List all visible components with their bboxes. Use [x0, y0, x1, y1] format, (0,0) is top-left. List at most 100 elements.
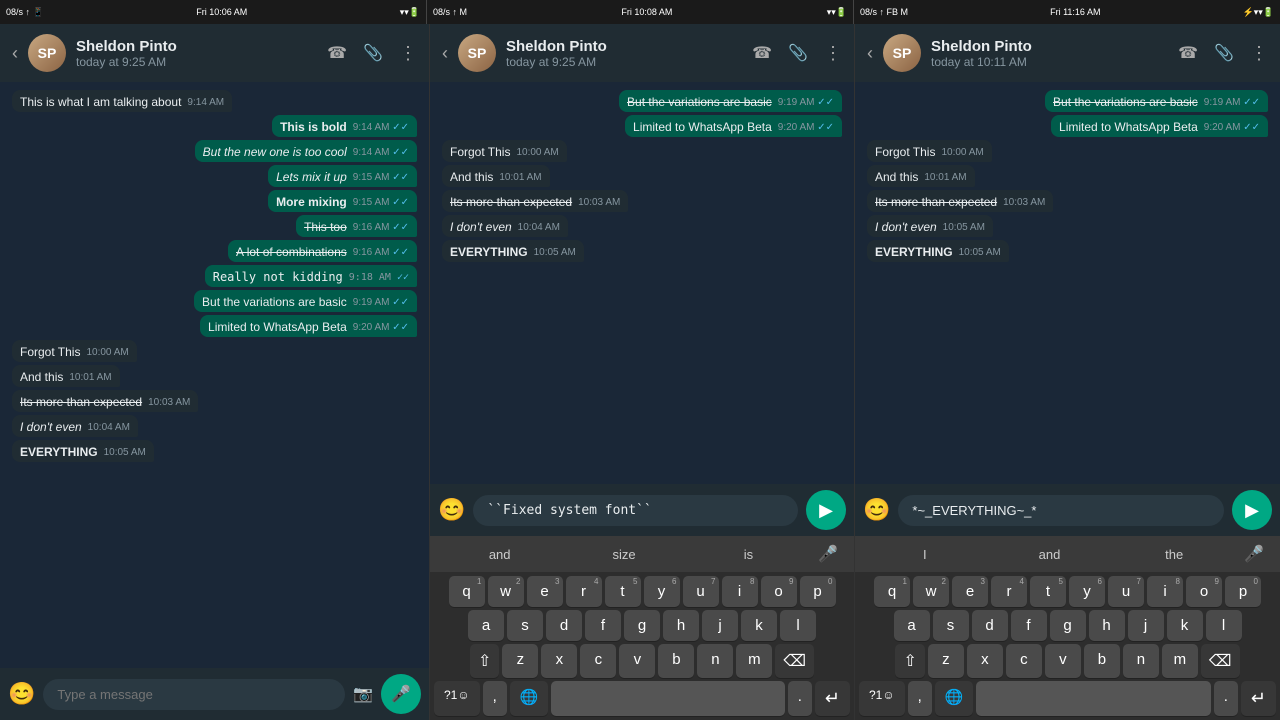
enter-key-right[interactable]: ↵ — [1241, 681, 1276, 716]
key-b-r[interactable]: b — [1084, 644, 1120, 678]
key-v[interactable]: v — [619, 644, 655, 678]
attach-icon-right[interactable]: 📎 — [1214, 43, 1234, 64]
back-icon-left[interactable]: ‹ — [12, 43, 18, 64]
key-z-r[interactable]: z — [928, 644, 964, 678]
key-e[interactable]: 3e — [527, 576, 563, 607]
key-i-r[interactable]: 8i — [1147, 576, 1183, 607]
emoji-btn-left[interactable]: 😊 — [8, 681, 35, 707]
key-c-r[interactable]: c — [1006, 644, 1042, 678]
message-input-right[interactable] — [898, 495, 1224, 526]
key-l-r[interactable]: l — [1206, 610, 1242, 641]
key-d-r[interactable]: d — [972, 610, 1008, 641]
menu-icon-mid[interactable]: ⋮ — [824, 43, 842, 64]
key-s[interactable]: s — [507, 610, 543, 641]
key-c[interactable]: c — [580, 644, 616, 678]
key-q-r[interactable]: 1q — [874, 576, 910, 607]
key-x[interactable]: x — [541, 644, 577, 678]
phone-icon-right[interactable]: ☎ — [1178, 43, 1198, 64]
key-h[interactable]: h — [663, 610, 699, 641]
key-r-r[interactable]: 4r — [991, 576, 1027, 607]
key-x-r[interactable]: x — [967, 644, 1003, 678]
key-w-r[interactable]: 2w — [913, 576, 949, 607]
key-r[interactable]: 4r — [566, 576, 602, 607]
period-key-left[interactable]: . — [788, 681, 812, 716]
back-icon-right[interactable]: ‹ — [867, 43, 873, 64]
suggestion-the[interactable]: the — [1112, 543, 1236, 566]
backspace-key-left[interactable]: ⌫ — [775, 644, 814, 678]
key-l[interactable]: l — [780, 610, 816, 641]
key-m-r[interactable]: m — [1162, 644, 1198, 678]
key-h-r[interactable]: h — [1089, 610, 1125, 641]
camera-btn-left[interactable]: 📷 — [353, 684, 373, 704]
key-m[interactable]: m — [736, 644, 772, 678]
key-t[interactable]: 5t — [605, 576, 641, 607]
phone-icon-left[interactable]: ☎ — [327, 43, 347, 64]
space-key-right[interactable] — [976, 681, 1210, 716]
key-k[interactable]: k — [741, 610, 777, 641]
back-icon-mid[interactable]: ‹ — [442, 43, 448, 64]
key-p[interactable]: 0p — [800, 576, 836, 607]
key-t-r[interactable]: 5t — [1030, 576, 1066, 607]
key-d[interactable]: d — [546, 610, 582, 641]
num-key-left[interactable]: ?1☺ — [434, 681, 480, 716]
space-key-left[interactable] — [551, 681, 784, 716]
key-v-r[interactable]: v — [1045, 644, 1081, 678]
key-f-r[interactable]: f — [1011, 610, 1047, 641]
enter-key-left[interactable]: ↵ — [815, 681, 850, 716]
key-u-r[interactable]: 7u — [1108, 576, 1144, 607]
menu-icon-right[interactable]: ⋮ — [1250, 43, 1268, 64]
key-j[interactable]: j — [702, 610, 738, 641]
emoji-btn-right[interactable]: 😊 — [863, 497, 890, 523]
key-f[interactable]: f — [585, 610, 621, 641]
send-btn-right[interactable]: ▶ — [1232, 490, 1272, 530]
mic-icon-left[interactable]: 🎤 — [810, 540, 846, 568]
key-j-r[interactable]: j — [1128, 610, 1164, 641]
shift-key-left[interactable]: ⇧ — [470, 644, 499, 678]
key-n[interactable]: n — [697, 644, 733, 678]
suggestion-is[interactable]: is — [687, 543, 810, 566]
key-i[interactable]: 8i — [722, 576, 758, 607]
key-s-r[interactable]: s — [933, 610, 969, 641]
attach-icon-left[interactable]: 📎 — [363, 43, 383, 64]
emoji-btn-mid[interactable]: 😊 — [438, 497, 465, 523]
menu-icon-left[interactable]: ⋮ — [399, 43, 417, 64]
globe-key-right[interactable]: 🌐 — [935, 681, 974, 716]
key-q[interactable]: 1q — [449, 576, 485, 607]
key-w[interactable]: 2w — [488, 576, 524, 607]
send-btn-mid[interactable]: ▶ — [806, 490, 846, 530]
key-u[interactable]: 7u — [683, 576, 719, 607]
key-a-r[interactable]: a — [894, 610, 930, 641]
message-input-mid[interactable] — [473, 495, 798, 526]
key-o[interactable]: 9o — [761, 576, 797, 607]
backspace-key-right[interactable]: ⌫ — [1201, 644, 1240, 678]
comma-key-left[interactable]: , — [483, 681, 507, 716]
key-b[interactable]: b — [658, 644, 694, 678]
suggestion-size[interactable]: size — [562, 543, 685, 566]
key-g-r[interactable]: g — [1050, 610, 1086, 641]
suggestion-i[interactable]: I — [863, 543, 987, 566]
key-p-r[interactable]: 0p — [1225, 576, 1261, 607]
key-o-r[interactable]: 9o — [1186, 576, 1222, 607]
key-g[interactable]: g — [624, 610, 660, 641]
comma-key-right[interactable]: , — [908, 681, 932, 716]
key-e-r[interactable]: 3e — [952, 576, 988, 607]
suggestion-and-r[interactable]: and — [988, 543, 1112, 566]
shift-key-right[interactable]: ⇧ — [895, 644, 924, 678]
key-y-r[interactable]: 6y — [1069, 576, 1105, 607]
attach-icon-mid[interactable]: 📎 — [788, 43, 808, 64]
globe-key-left[interactable]: 🌐 — [510, 681, 549, 716]
key-a[interactable]: a — [468, 610, 504, 641]
status-bar-container: 08/s ↑ 📱 Fri 10:06 AM ▾▾🔋 08/s ↑ M Fri 1… — [0, 0, 1280, 24]
key-n-r[interactable]: n — [1123, 644, 1159, 678]
mic-icon-right[interactable]: 🎤 — [1236, 540, 1272, 568]
period-key-right[interactable]: . — [1214, 681, 1238, 716]
send-btn-left[interactable]: 🎤 — [381, 674, 421, 714]
num-key-right[interactable]: ?1☺ — [859, 681, 905, 716]
key-y[interactable]: 6y — [644, 576, 680, 607]
key-k-r[interactable]: k — [1167, 610, 1203, 641]
suggestion-and[interactable]: and — [438, 543, 561, 566]
message-input-left[interactable] — [43, 679, 345, 710]
key-z[interactable]: z — [502, 644, 538, 678]
phone-icon-mid[interactable]: ☎ — [752, 43, 772, 64]
keyboard-left: 1q 2w 3e 4r 5t 6y 7u 8i 9o 0p a s d f g … — [430, 572, 854, 720]
